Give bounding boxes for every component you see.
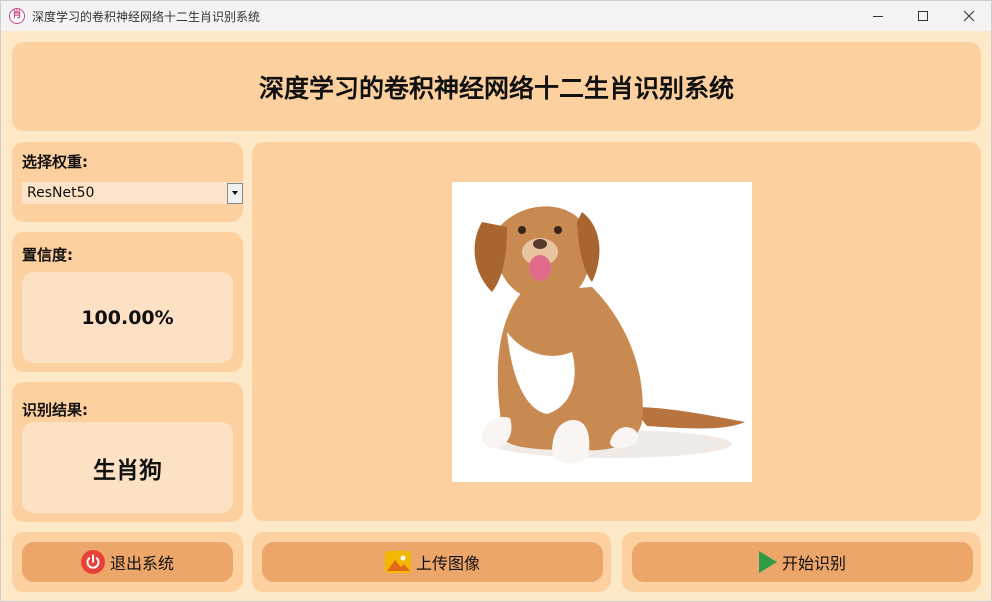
exit-button-panel: 退出系统 (12, 532, 243, 592)
exit-button-label: 退出系统 (109, 554, 174, 573)
app-window: 肖 深度学习的卷积神经网络十二生肖识别系统 深度学习的卷积神经网络十二生肖识别系… (0, 0, 992, 602)
minimize-icon (873, 15, 883, 17)
weights-panel: 选择权重: ResNet50 (12, 142, 243, 222)
exit-button[interactable]: 退出系统 (22, 542, 233, 582)
header-panel: 深度学习的卷积神经网络十二生肖识别系统 (12, 42, 981, 131)
maximize-button[interactable] (900, 1, 946, 31)
minimize-button[interactable] (855, 1, 901, 31)
title-bar: 肖 深度学习的卷积神经网络十二生肖识别系统 (1, 1, 991, 31)
app-logo-icon: 肖 (9, 8, 25, 24)
result-label: 识别结果: (22, 401, 88, 419)
power-icon (80, 550, 105, 574)
weights-select[interactable]: ResNet50 (22, 182, 243, 204)
start-button-label: 开始识别 (781, 554, 846, 573)
window-title: 深度学习的卷积神经网络十二生肖识别系统 (32, 10, 261, 24)
dropdown-button[interactable] (227, 182, 243, 204)
weights-selected-value: ResNet50 (27, 185, 95, 201)
upload-button-label: 上传图像 (415, 554, 480, 573)
start-button-panel: 开始识别 (622, 532, 981, 592)
puppy-image (474, 206, 745, 464)
close-icon (963, 10, 975, 22)
play-icon (758, 551, 777, 573)
upload-image-button[interactable]: 上传图像 (262, 542, 603, 582)
chevron-down-icon (232, 191, 238, 195)
result-value-box: 生肖狗 (22, 422, 233, 513)
close-button[interactable] (946, 1, 992, 31)
page-title: 深度学习的卷积神经网络十二生肖识别系统 (258, 73, 734, 103)
result-panel: 识别结果: 生肖狗 (12, 382, 243, 522)
start-recognition-button[interactable]: 开始识别 (632, 542, 973, 582)
uploaded-image (452, 182, 752, 482)
image-display-panel (252, 142, 981, 521)
maximize-icon (918, 11, 928, 21)
confidence-value-box: 100.00% (22, 272, 233, 363)
weights-label: 选择权重: (22, 153, 88, 171)
confidence-label: 置信度: (22, 246, 73, 264)
result-value: 生肖狗 (93, 457, 162, 484)
confidence-panel: 置信度: 100.00% (12, 232, 243, 372)
upload-button-panel: 上传图像 (252, 532, 611, 592)
image-icon (384, 551, 411, 573)
confidence-value: 100.00% (81, 306, 174, 329)
